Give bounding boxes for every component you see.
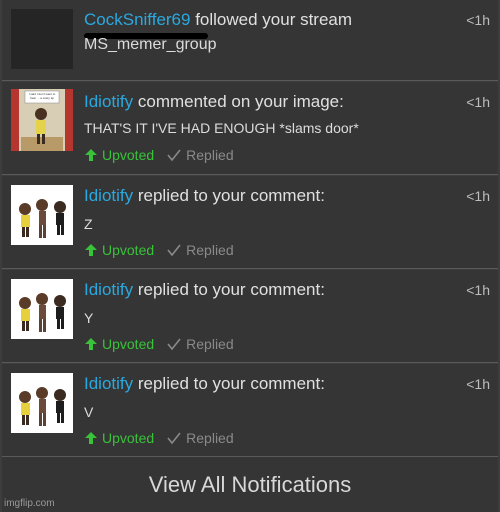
upvote-button[interactable]: Upvoted <box>84 336 154 352</box>
notification-comment[interactable]: I said I don't want to hear ... a crazy … <box>2 82 498 175</box>
up-arrow-icon <box>85 149 97 161</box>
timestamp: <1h <box>466 12 490 28</box>
replied-label: Replied <box>186 336 234 352</box>
notification-title: Idiotify replied to your comment: <box>84 280 325 300</box>
notification-actions: Upvoted Replied <box>84 430 246 446</box>
stream-thumbnail[interactable] <box>11 9 73 69</box>
imgflip-watermark: imgflip.com <box>4 498 55 509</box>
checkmark-icon <box>167 338 181 351</box>
timestamp: <1h <box>466 94 490 110</box>
upvote-button[interactable]: Upvoted <box>84 147 154 163</box>
replied-button[interactable]: Replied <box>166 336 234 352</box>
replied-button[interactable]: Replied <box>166 242 234 258</box>
notification-reply[interactable]: Idiotify replied to your comment: Z <1h … <box>2 176 498 269</box>
view-all-notifications-button[interactable]: View All Notifications <box>2 457 498 512</box>
notification-title: Idiotify replied to your comment: <box>84 186 325 206</box>
notification-action-text: replied to your comment: <box>133 280 325 299</box>
notification-detail: Y <box>84 310 94 326</box>
notification-actions: Upvoted Replied <box>84 242 246 258</box>
timestamp: <1h <box>466 376 490 392</box>
notification-detail: MS_memer_group <box>84 36 217 53</box>
characters-illustration <box>19 199 66 238</box>
notification-action-text: replied to your comment: <box>133 186 325 205</box>
replied-label: Replied <box>186 242 234 258</box>
replied-label: Replied <box>186 147 234 163</box>
view-all-label: View All Notifications <box>148 471 352 497</box>
image-thumbnail[interactable] <box>11 279 73 339</box>
up-arrow-icon <box>85 432 97 444</box>
checkmark-icon <box>167 244 181 257</box>
notification-reply[interactable]: Idiotify replied to your comment: V <1h … <box>2 364 498 457</box>
upvoted-label: Upvoted <box>102 147 155 163</box>
username-link[interactable]: Idiotify <box>84 92 133 111</box>
username-link[interactable]: Idiotify <box>84 186 133 205</box>
timestamp: <1h <box>466 282 490 298</box>
username-link[interactable]: CockSniffer69 <box>84 10 190 29</box>
username-link[interactable]: Idiotify <box>84 280 133 299</box>
replied-label: Replied <box>186 430 234 446</box>
characters-illustration <box>19 387 66 426</box>
upvote-button[interactable]: Upvoted <box>84 430 154 446</box>
username-link[interactable]: Idiotify <box>84 374 133 393</box>
replied-button[interactable]: Replied <box>166 147 234 163</box>
up-arrow-icon <box>85 244 97 256</box>
up-arrow-icon <box>85 338 97 350</box>
image-thumbnail[interactable] <box>11 185 73 245</box>
thumbnail-caption: I said I don't want to hear ... a crazy … <box>28 92 56 100</box>
notification-title: CockSniffer69 followed your stream <box>84 10 352 30</box>
notification-detail: V <box>84 404 94 420</box>
notification-detail: THAT'S IT I'VE HAD ENOUGH *slams door* <box>84 120 359 136</box>
checkmark-icon <box>167 432 181 445</box>
notification-actions: Upvoted Replied <box>84 147 246 163</box>
upvoted-label: Upvoted <box>102 336 155 352</box>
notification-actions: Upvoted Replied <box>84 336 246 352</box>
timestamp: <1h <box>466 188 490 204</box>
image-thumbnail[interactable]: I said I don't want to hear ... a crazy … <box>11 89 73 151</box>
notification-action-text: followed your stream <box>190 10 353 29</box>
upvoted-label: Upvoted <box>102 242 155 258</box>
notification-reply[interactable]: Idiotify replied to your comment: Y <1h … <box>2 270 498 363</box>
notification-follow[interactable]: CockSniffer69 followed your stream MS_me… <box>2 0 498 81</box>
characters-illustration <box>19 293 66 332</box>
replied-button[interactable]: Replied <box>166 430 234 446</box>
upvoted-label: Upvoted <box>102 430 155 446</box>
image-thumbnail[interactable] <box>11 373 73 433</box>
upvote-button[interactable]: Upvoted <box>84 242 154 258</box>
notification-title: Idiotify replied to your comment: <box>84 374 325 394</box>
notification-title: Idiotify commented on your image: <box>84 92 344 112</box>
notification-action-text: replied to your comment: <box>133 374 325 393</box>
checkmark-icon <box>167 149 181 162</box>
notification-detail: Z <box>84 216 93 232</box>
notification-action-text: commented on your image: <box>133 92 344 111</box>
